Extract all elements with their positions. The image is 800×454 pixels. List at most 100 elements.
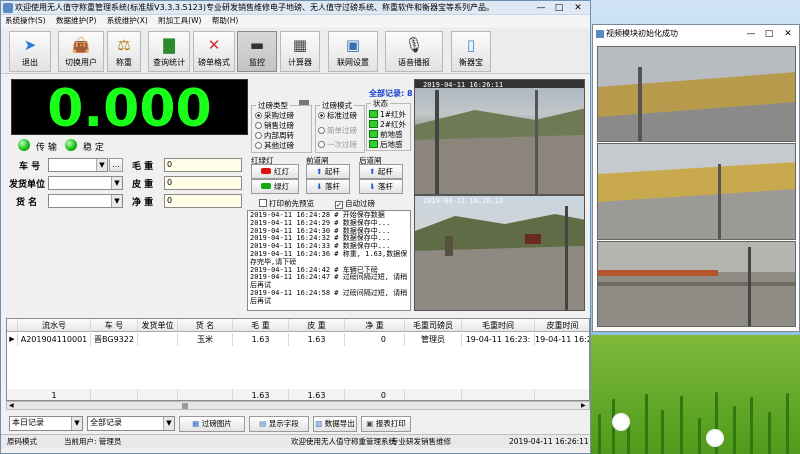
sender-select[interactable]: ▼ bbox=[48, 176, 123, 190]
filter-select[interactable]: 全部记录 ▼ bbox=[87, 416, 175, 431]
ticket-format-button[interactable]: ✕ 磅单格式 bbox=[193, 31, 235, 72]
col-gross[interactable]: 毛 重 bbox=[233, 319, 289, 332]
table-horizontal-scrollbar[interactable]: ◀ ▶ bbox=[6, 401, 590, 410]
net-field[interactable]: 0 bbox=[164, 194, 242, 208]
main-window: 欢迎使用无人值守称重管理系统(标准版V3.3.3.5123)专业研发销售维修电子… bbox=[0, 0, 591, 454]
exit-button[interactable]: ➤ 退出 bbox=[9, 31, 51, 72]
red-light-icon bbox=[261, 168, 271, 174]
show-fields-button[interactable]: ▤ 显示字段 bbox=[249, 416, 309, 432]
col-gross-time[interactable]: 毛重时间 bbox=[462, 319, 535, 332]
col-tare[interactable]: 皮 重 bbox=[289, 319, 345, 332]
green-light-icon bbox=[261, 183, 271, 189]
print-report-button[interactable]: ▣ 报表打印 bbox=[361, 416, 411, 432]
range-select[interactable]: 本日记录 ▼ bbox=[9, 416, 83, 431]
weigh-type-internal[interactable]: 内部周转 bbox=[255, 131, 294, 141]
camera-image-1 bbox=[415, 80, 584, 194]
video-window: 视频模块初始化成功 — □ ✕ bbox=[592, 24, 800, 332]
monitor-button[interactable]: ▬ 监控 bbox=[237, 31, 277, 72]
network-settings-button[interactable]: ▣ 联网设置 bbox=[328, 31, 378, 72]
voice-broadcast-button[interactable]: 🎙 语音播报 bbox=[385, 31, 443, 72]
video-window-title: 视频模块初始化成功 bbox=[606, 29, 678, 38]
video-titlebar: 视频模块初始化成功 — □ ✕ bbox=[593, 25, 799, 43]
weigh-mode-standard[interactable]: 标准过磅 bbox=[318, 111, 357, 121]
front-gate-down-button[interactable]: ⬇ 落杆 bbox=[306, 179, 350, 194]
red-light-button[interactable]: 红灯 bbox=[251, 164, 299, 179]
calculator-button[interactable]: ▦ 计算器 bbox=[280, 31, 320, 72]
chart-icon: ▇ bbox=[163, 36, 175, 54]
menu-help[interactable]: 帮助(H) bbox=[212, 16, 239, 25]
splitter-handle[interactable] bbox=[299, 100, 309, 105]
weigh-images-button[interactable]: ▦ 过磅图片 bbox=[179, 416, 245, 432]
col-serial[interactable]: 流水号 bbox=[18, 319, 91, 332]
arrow-up-icon: ⬆ bbox=[316, 167, 325, 176]
scroll-left-icon: ◀ bbox=[9, 402, 14, 409]
weigh-type-group: 过磅类型 采购过磅 销售过磅 内部周转 其他过磅 bbox=[251, 100, 312, 153]
switch-user-button[interactable]: 👜 切换用户 bbox=[58, 31, 104, 72]
rear-gate-down-button[interactable]: ⬇ 落杆 bbox=[359, 179, 403, 194]
menu-data[interactable]: 数据维护(P) bbox=[56, 16, 96, 25]
menu-tools[interactable]: 附加工具(W) bbox=[158, 16, 201, 25]
camera-timestamp: 2019-04-11 16:26:13 bbox=[423, 197, 504, 205]
video-image-1 bbox=[598, 47, 795, 141]
export-data-button[interactable]: ▥ 数据导出 bbox=[313, 416, 357, 432]
goods-select[interactable]: ▼ bbox=[48, 194, 123, 208]
tare-field[interactable]: 0 bbox=[164, 176, 242, 190]
plate-select[interactable]: ▼ bbox=[48, 158, 108, 172]
col-goods[interactable]: 货 名 bbox=[178, 319, 233, 332]
toolbar: ➤ 退出 👜 切换用户 ⚖ 称重 ▇ 查询统计 ✕ 磅单格式 ▬ 监控 ▦ 计算器 ▣ 联网设置… bbox=[1, 28, 590, 74]
menu-system[interactable]: 系统操作(S) bbox=[5, 16, 46, 25]
chevron-down-icon: ▼ bbox=[96, 159, 107, 171]
minimize-button[interactable]: — bbox=[533, 2, 549, 14]
user-switch-icon: 👜 bbox=[71, 36, 91, 54]
log-line: 2019-04-11 16:24:47 # 过磅间隔过短, 请稍后再试 bbox=[250, 273, 408, 290]
video-minimize-button[interactable]: — bbox=[743, 28, 759, 40]
camera-timestamp: 2019-04-11 16:26:11 bbox=[423, 81, 504, 89]
col-net[interactable]: 净 重 bbox=[345, 319, 405, 332]
video-close-button[interactable]: ✕ bbox=[779, 28, 797, 40]
scale-treasure-button[interactable]: ▯ 衡器宝 bbox=[451, 31, 491, 72]
desktop-wallpaper bbox=[590, 335, 800, 454]
table-row[interactable]: ▶ A201904110001 晋BG9322 玉米 1.63 1.63 0 管… bbox=[7, 333, 589, 346]
auto-weigh-checkbox[interactable]: ✓ 自动过磅 bbox=[335, 198, 375, 209]
scroll-thumb[interactable] bbox=[182, 403, 188, 409]
status-ir2: 2#红外 bbox=[369, 120, 406, 130]
front-gate-up-button[interactable]: ⬆ 起杆 bbox=[306, 164, 350, 179]
status-front-sensor: 前地感 bbox=[369, 130, 403, 140]
status-rear-sensor: 后地感 bbox=[369, 140, 403, 150]
weigh-type-sales[interactable]: 销售过磅 bbox=[255, 121, 294, 131]
chevron-down-icon: ▼ bbox=[111, 177, 122, 189]
rear-gate-up-button[interactable]: ⬆ 起杆 bbox=[359, 164, 403, 179]
checkbox-checked-icon: ✓ bbox=[335, 201, 343, 209]
stable-led bbox=[65, 139, 77, 151]
weigh-type-other[interactable]: 其他过磅 bbox=[255, 141, 294, 151]
col-plate[interactable]: 车 号 bbox=[91, 319, 138, 332]
table-footer: 1 1.63 1.63 0 bbox=[7, 389, 589, 400]
col-gross-operator[interactable]: 毛重司磅员 bbox=[405, 319, 462, 332]
weigh-mode-once[interactable]: 一次过磅 bbox=[318, 140, 357, 150]
event-log[interactable]: 2019-04-11 16:24:28 # 开始保存数据 2019-04-11 … bbox=[247, 210, 411, 311]
col-tare-time[interactable]: 皮重时间 bbox=[535, 319, 589, 332]
camera-feed-2: 2019-04-11 16:26:13 bbox=[414, 195, 585, 311]
plate-more-button[interactable]: ... bbox=[109, 158, 123, 172]
row-pointer-icon: ▶ bbox=[7, 333, 18, 346]
video-maximize-button[interactable]: □ bbox=[761, 28, 777, 40]
table-header: 流水号 车 号 发货单位 货 名 毛 重 皮 重 净 重 毛重司磅员 毛重时间 … bbox=[7, 319, 589, 332]
weigh-mode-simple[interactable]: 简单过磅 bbox=[318, 126, 357, 136]
menu-maintenance[interactable]: 系统维护(X) bbox=[107, 16, 148, 25]
close-button[interactable]: ✕ bbox=[569, 2, 587, 14]
microphone-icon: 🎙 bbox=[404, 36, 424, 54]
green-light-button[interactable]: 绿灯 bbox=[251, 179, 299, 194]
video-app-icon bbox=[596, 30, 604, 38]
query-stats-button[interactable]: ▇ 查询统计 bbox=[148, 31, 190, 72]
weigh-button[interactable]: ⚖ 称重 bbox=[107, 31, 141, 72]
camera-feed-1: 2019-04-11 16:26:11 bbox=[414, 79, 585, 195]
gross-field[interactable]: 0 bbox=[164, 158, 242, 172]
weigh-mode-group: 过磅模式 标准过磅 简单过磅 一次过磅 bbox=[315, 100, 365, 153]
col-sender[interactable]: 发货单位 bbox=[138, 319, 178, 332]
print-preview-checkbox[interactable]: 打印前先预览 bbox=[259, 198, 314, 209]
weigh-type-purchase[interactable]: 采购过磅 bbox=[255, 111, 294, 121]
main-titlebar: 欢迎使用无人值守称重管理系统(标准版V3.3.3.5123)专业研发销售维修电子… bbox=[1, 1, 590, 15]
weight-display: 0.000 bbox=[11, 79, 248, 138]
maximize-button[interactable]: □ bbox=[551, 2, 567, 14]
transmit-led bbox=[18, 139, 30, 151]
